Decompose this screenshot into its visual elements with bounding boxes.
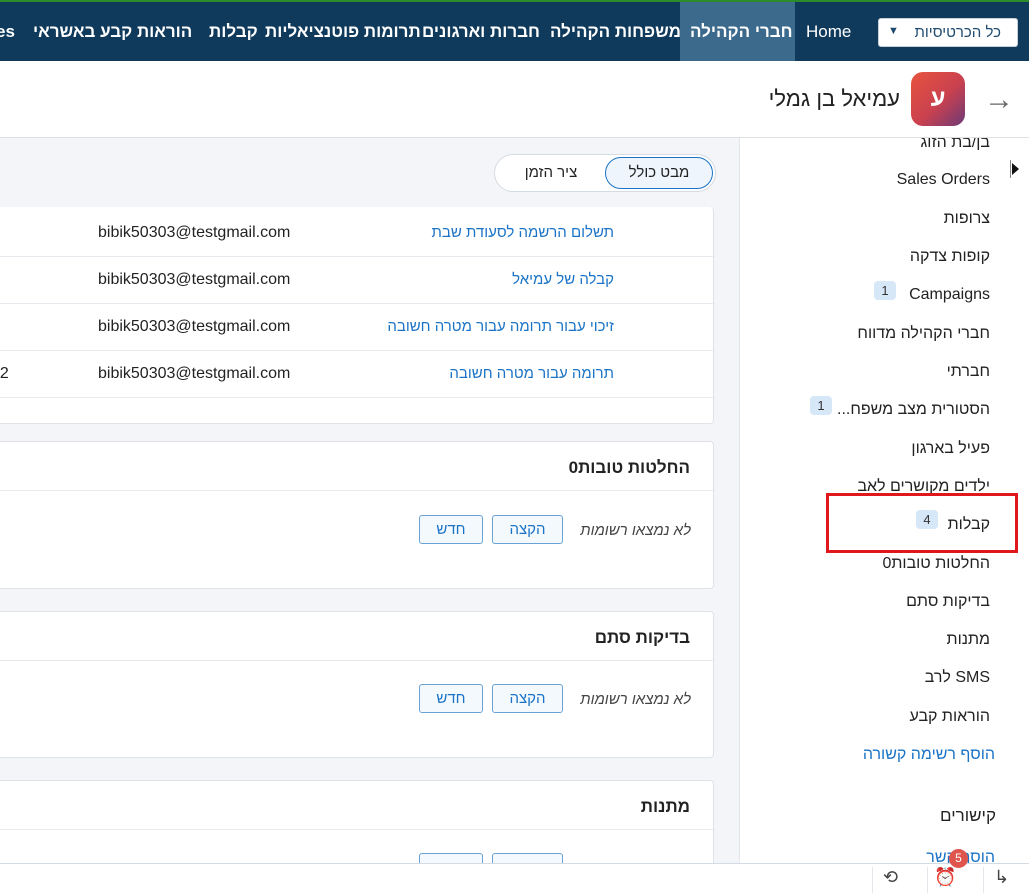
sidebar-item-members-reported[interactable]: חברי הקהילה מדווח — [857, 325, 990, 343]
highlight-annotation-box — [826, 493, 1018, 553]
sidebar-item-sms-rabbi[interactable]: SMS לרב — [925, 669, 990, 687]
sidebar-item-gifts[interactable]: מתנות — [947, 631, 990, 649]
receipts-list-card: תשלום הרשמה לסעודת שבת bibik50303@testgm… — [0, 207, 715, 424]
add-related-list-link[interactable]: הוסף רשימה קשורה — [863, 746, 995, 764]
receipt-email: bibik50303@testgmail.com — [98, 271, 291, 288]
receipt-subject-link[interactable]: קבלה של עמיאל — [512, 271, 614, 288]
sidebar-collapse-divider — [1010, 160, 1011, 178]
table-row: זיכוי עבור תרומה עבור מטרה חשובה bibik50… — [0, 304, 715, 351]
assign-button[interactable]: הקצה — [492, 684, 563, 713]
tests-card: בדיקות סתם לא נמצאו רשומות הקצה חדש — [0, 611, 715, 758]
receipt-email: bibik50303@testgmail.com — [98, 318, 291, 335]
card-divider — [0, 829, 715, 830]
sidebar-item-attachments[interactable]: צרופות — [944, 210, 990, 228]
nav-tab-community-members[interactable]: חברי הקהילה — [680, 2, 795, 61]
family-status-count-badge: 1 — [810, 396, 832, 415]
new-button[interactable]: חדש — [419, 515, 483, 544]
sidebar-item-family-status-history[interactable]: הסטורית מצב משפח... — [837, 401, 990, 419]
nav-tab-companies[interactable]: חברות וארגונים — [422, 2, 540, 61]
nav-tab-families[interactable]: משפחות הקהילה — [550, 2, 681, 61]
card-divider — [0, 660, 715, 661]
nav-tab-home[interactable]: Home — [806, 2, 851, 61]
tests-title: בדיקות סתם — [594, 628, 690, 647]
links-section-title: קישורים — [940, 806, 996, 825]
sidebar-item-charity-boxes[interactable]: קופות צדקה — [910, 248, 990, 266]
sidebar-item-tests[interactable]: בדיקות סתם — [906, 593, 990, 611]
sidebar-item-campaigns[interactable]: Campaigns — [909, 286, 990, 304]
collapse-arrow-icon[interactable] — [1012, 163, 1019, 175]
module-select-label: כל הכרטיסיות — [914, 24, 1001, 41]
receipt-email: bibik50303@testgmail.com — [98, 224, 291, 241]
top-navigation-bar: es הוראות קבע באשראי קבלות תרומות פוטנצי… — [0, 0, 1029, 61]
assign-button[interactable]: הקצה — [492, 515, 563, 544]
receipt-date-fragment: 22 — [0, 365, 9, 382]
nav-tab-overflow[interactable]: es — [0, 2, 15, 61]
table-row: תשלום הרשמה לסעודת שבת bibik50303@testgm… — [0, 210, 715, 257]
good-decisions-card: החלטות טובות0 לא נמצאו רשומות הקצה חדש — [0, 441, 715, 589]
no-records-text: לא נמצאו רשומות — [580, 691, 691, 708]
overview-toggle-option[interactable]: מבט כולל — [605, 157, 713, 189]
alarm-clock-icon[interactable]: ⏰ — [927, 867, 963, 893]
receipt-subject-link[interactable]: תשלום הרשמה לסעודת שבת — [432, 224, 614, 241]
record-name: עמיאל בן גמלי — [768, 86, 900, 111]
sidebar-item-social[interactable]: חברתי — [947, 363, 990, 381]
table-row: תרומה עבור מטרה חשובה bibik50303@testgma… — [0, 351, 715, 398]
receipt-email: bibik50303@testgmail.com — [98, 365, 291, 382]
receipt-subject-link[interactable]: תרומה עבור מטרה חשובה — [449, 365, 614, 382]
avatar: ע — [911, 72, 965, 126]
notification-count-badge: 5 — [949, 849, 968, 868]
history-icon[interactable]: ⟲ — [872, 867, 908, 893]
sidebar-item-sales-orders[interactable]: Sales Orders — [897, 171, 990, 189]
campaigns-count-badge: 1 — [874, 281, 896, 300]
new-button[interactable]: חדש — [419, 684, 483, 713]
sidebar-item-spouse[interactable]: בן/בת הזוג — [921, 138, 990, 152]
good-decisions-title: החלטות טובות0 — [568, 458, 690, 477]
card-divider — [0, 490, 715, 491]
timeline-toggle-option[interactable]: ציר הזמן — [497, 157, 605, 189]
view-toggle: מבט כולל ציר הזמן — [494, 154, 716, 192]
sidebar-item-good-decisions[interactable]: החלטות טובות0 — [882, 555, 990, 573]
sidebar-item-standing-orders[interactable]: הוראות קבע — [909, 708, 990, 726]
nav-tab-receipts[interactable]: קבלות — [209, 2, 258, 61]
table-row: קבלה של עמיאל bibik50303@testgmail.com — [0, 257, 715, 304]
nav-tab-potential-donations[interactable]: תרומות פוטנציאליות — [265, 2, 421, 61]
gifts-title: מתנות — [640, 797, 690, 816]
bottom-toolbar: ⟲ ⏰ 5 ↳ — [0, 849, 1029, 893]
no-records-text: לא נמצאו רשומות — [580, 522, 691, 539]
gifts-card: מתנות — [0, 780, 715, 882]
back-arrow-icon[interactable]: → — [984, 83, 1014, 117]
exit-icon[interactable]: ↳ — [983, 867, 1019, 893]
record-header: → ע עמיאל בן גמלי — [0, 61, 1029, 138]
module-select-dropdown[interactable]: כל הכרטיסיות ▼ — [878, 18, 1018, 47]
receipt-subject-link[interactable]: זיכוי עבור תרומה עבור מטרה חשובה — [387, 318, 614, 335]
sidebar-item-active-in-org[interactable]: פעיל בארגון — [911, 440, 990, 458]
nav-tab-standing-orders-credit[interactable]: הוראות קבע באשראי — [33, 2, 192, 61]
chevron-down-icon: ▼ — [888, 25, 899, 37]
